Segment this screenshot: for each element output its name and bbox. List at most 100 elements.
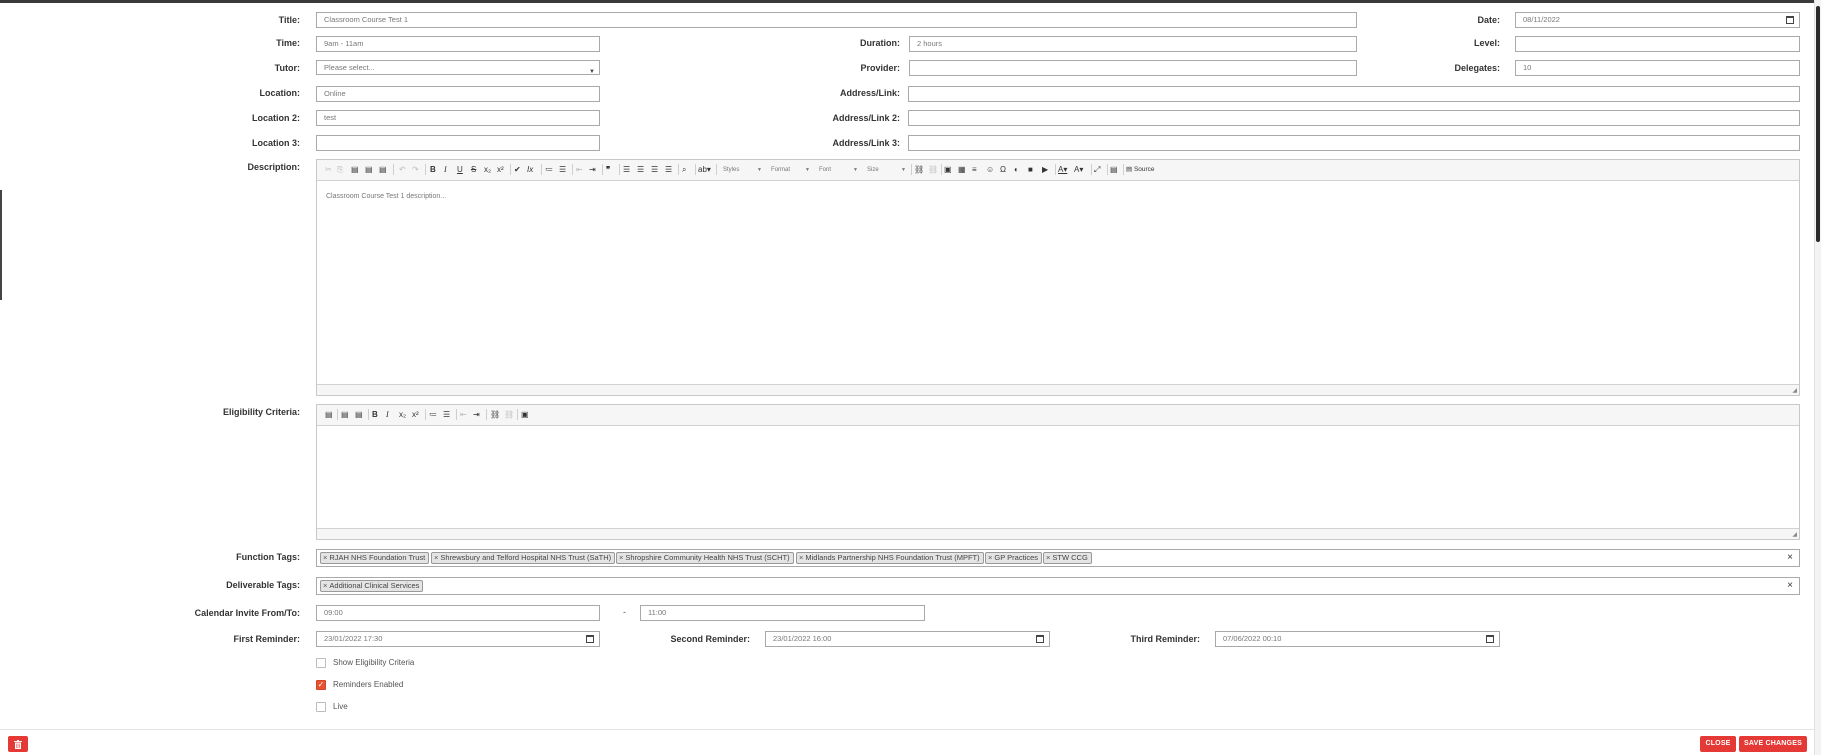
- remove-format-icon[interactable]: Ix: [527, 164, 533, 175]
- link-icon[interactable]: ⛓: [490, 409, 500, 420]
- cut-icon[interactable]: ✂: [325, 164, 332, 175]
- second-reminder-input[interactable]: 23/01/2022 16:00: [765, 631, 1050, 647]
- preview-icon[interactable]: ▤: [1110, 164, 1118, 175]
- third-reminder-input[interactable]: 07/06/2022 00:10: [1215, 631, 1500, 647]
- numbered-list-icon[interactable]: ≔: [545, 164, 553, 175]
- show-eligibility-checkbox[interactable]: [316, 658, 326, 668]
- image-icon[interactable]: ▣: [944, 164, 952, 175]
- underline-icon[interactable]: U: [457, 164, 463, 175]
- styles-combo[interactable]: Styles ▼: [719, 163, 765, 176]
- calendar-icon[interactable]: [1486, 635, 1494, 643]
- video-icon[interactable]: ■: [1028, 164, 1033, 175]
- text-color-icon[interactable]: A▾: [1058, 164, 1067, 175]
- bulleted-list-icon[interactable]: ☰: [443, 409, 450, 420]
- deliverable-tags-input[interactable]: × Additional Clinical Services ×: [316, 577, 1800, 595]
- level-input[interactable]: [1515, 36, 1800, 52]
- tag-remove-icon[interactable]: ×: [1046, 553, 1050, 562]
- image-icon[interactable]: ▣: [521, 409, 529, 420]
- eligibility-content[interactable]: [317, 426, 1799, 529]
- scrollbar-thumb[interactable]: [1816, 6, 1820, 242]
- bulleted-list-icon[interactable]: ☰: [559, 164, 566, 175]
- delete-button[interactable]: [8, 736, 28, 752]
- table-icon[interactable]: ▦: [958, 164, 966, 175]
- calendar-from-input[interactable]: 09:00: [316, 605, 600, 621]
- tag-remove-icon[interactable]: ×: [323, 581, 327, 590]
- redo-icon[interactable]: ↷: [412, 164, 419, 175]
- undo-icon[interactable]: ↶: [399, 164, 406, 175]
- subscript-icon[interactable]: x₂: [399, 409, 406, 420]
- resize-grip-icon[interactable]: ◢: [1792, 531, 1797, 538]
- address-input[interactable]: [908, 86, 1800, 102]
- time-input[interactable]: 9am - 11am: [316, 36, 600, 52]
- delegates-input[interactable]: 10: [1515, 60, 1800, 76]
- function-tag[interactable]: × RJAH NHS Foundation Trust: [320, 552, 430, 564]
- provider-input[interactable]: [909, 60, 1357, 76]
- calendar-icon[interactable]: [586, 635, 594, 643]
- unlink-icon[interactable]: ⛓: [504, 409, 514, 420]
- outdent-icon[interactable]: ⇤: [460, 409, 467, 420]
- spellcheck-menu-icon[interactable]: ab▾: [698, 164, 711, 175]
- reminders-enabled-checkbox[interactable]: ✓: [316, 680, 326, 690]
- address2-input[interactable]: [908, 110, 1800, 126]
- paste-text-icon[interactable]: ▤: [365, 164, 373, 175]
- align-right-icon[interactable]: ☰: [651, 164, 658, 175]
- align-left-icon[interactable]: ☰: [623, 164, 630, 175]
- bold-icon[interactable]: B: [372, 409, 378, 420]
- background-color-icon[interactable]: A▾: [1074, 164, 1083, 175]
- tutor-select[interactable]: Please select... ▼: [316, 60, 600, 75]
- tag-remove-icon[interactable]: ×: [619, 553, 623, 562]
- description-content[interactable]: Classroom Course Test 1 description...: [317, 181, 1799, 385]
- calendar-icon[interactable]: [1786, 16, 1794, 24]
- justify-icon[interactable]: ☰: [665, 164, 672, 175]
- address3-input[interactable]: [908, 135, 1800, 151]
- deliverable-tag[interactable]: × Additional Clinical Services: [320, 580, 424, 592]
- horizontal-line-icon[interactable]: ≡: [972, 164, 977, 175]
- italic-icon[interactable]: I: [386, 409, 389, 420]
- function-tag[interactable]: × Shropshire Community Health NHS Trust (…: [616, 552, 794, 564]
- function-tag[interactable]: × GP Practices: [985, 552, 1043, 564]
- eligibility-editor[interactable]: ▤ ▤ ▤ B I x₂ x² ≔ ☰ ⇤ ⇥ ⛓ ⛓ ▣ ◢: [316, 404, 1800, 540]
- spellcheck-icon[interactable]: ✔: [514, 164, 521, 175]
- vertical-scrollbar[interactable]: [1814, 0, 1821, 755]
- format-combo[interactable]: Format ▼: [767, 163, 813, 176]
- calendar-icon[interactable]: [1036, 635, 1044, 643]
- function-tag[interactable]: × STW CCG: [1043, 552, 1092, 564]
- size-combo[interactable]: Size ▼: [863, 163, 909, 176]
- resize-grip-icon[interactable]: ◢: [1792, 387, 1797, 394]
- italic-icon[interactable]: I: [444, 164, 447, 175]
- strikethrough-icon[interactable]: S: [471, 164, 476, 175]
- outdent-icon[interactable]: ⇤: [576, 164, 583, 175]
- paste-text-icon[interactable]: ▤: [341, 409, 349, 420]
- close-button[interactable]: CLOSE: [1700, 736, 1736, 752]
- tag-remove-icon[interactable]: ×: [323, 553, 327, 562]
- clear-tags-icon[interactable]: ×: [1787, 580, 1793, 591]
- paste-word-icon[interactable]: ▤: [379, 164, 387, 175]
- calendar-to-input[interactable]: 11:00: [640, 605, 925, 621]
- tag-remove-icon[interactable]: ×: [988, 553, 992, 562]
- clear-tags-icon[interactable]: ×: [1787, 552, 1793, 563]
- title-input[interactable]: Classroom Course Test 1: [316, 12, 1357, 28]
- save-changes-button[interactable]: SAVE CHANGES: [1739, 736, 1807, 752]
- function-tags-input[interactable]: × RJAH NHS Foundation Trust × Shrewsbury a…: [316, 549, 1800, 567]
- indent-icon[interactable]: ⇥: [473, 409, 480, 420]
- indent-icon[interactable]: ⇥: [589, 164, 596, 175]
- subscript-icon[interactable]: x₂: [484, 164, 491, 175]
- source-button[interactable]: ▤ Source: [1126, 164, 1155, 175]
- location2-input[interactable]: test: [316, 110, 600, 126]
- superscript-icon[interactable]: x²: [412, 409, 419, 420]
- bold-icon[interactable]: B: [430, 164, 436, 175]
- function-tag[interactable]: × Shrewsbury and Telford Hospital NHS Tru…: [431, 552, 616, 564]
- find-icon[interactable]: ⌕: [682, 164, 686, 175]
- preview-icon[interactable]: ▤: [325, 409, 333, 420]
- unlink-icon[interactable]: ⛓: [928, 164, 938, 175]
- numbered-list-icon[interactable]: ≔: [429, 409, 437, 420]
- maximize-icon[interactable]: ⤢: [1094, 164, 1100, 175]
- iframe-icon[interactable]: ◐: [1014, 164, 1019, 175]
- tag-remove-icon[interactable]: ×: [434, 553, 438, 562]
- youtube-icon[interactable]: ▶: [1042, 164, 1048, 175]
- first-reminder-input[interactable]: 23/01/2022 17:30: [316, 631, 600, 647]
- paste-icon[interactable]: ▤: [351, 164, 359, 175]
- link-icon[interactable]: ⛓: [914, 164, 924, 175]
- live-checkbox[interactable]: [316, 702, 326, 712]
- smiley-icon[interactable]: ☺: [986, 164, 994, 175]
